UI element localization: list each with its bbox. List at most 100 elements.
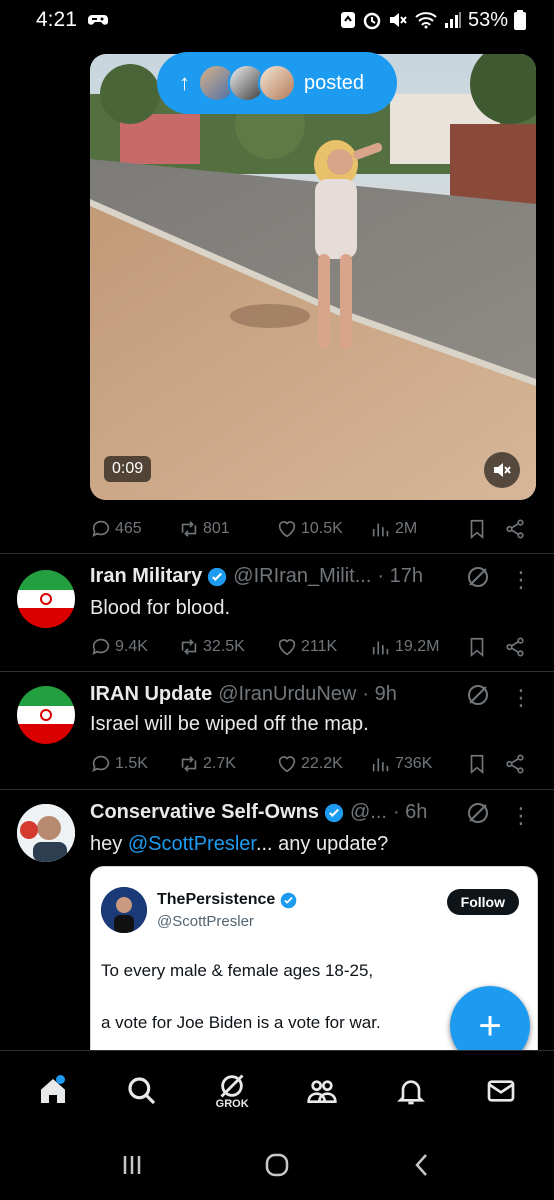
verified-badge-icon	[280, 892, 297, 908]
views-button[interactable]: 19.2M	[370, 636, 466, 658]
views-icon	[372, 641, 389, 655]
nav-home[interactable]	[23, 1061, 83, 1121]
grok-icon[interactable]	[466, 683, 490, 707]
video-duration: 0:09	[104, 456, 152, 482]
nav-notifications[interactable]	[381, 1061, 441, 1121]
timestamp: · 9h	[362, 683, 397, 705]
repost-button[interactable]: 32.5K	[178, 636, 276, 658]
tweet-actions: 9.4K 32.5K 211K 19.2M	[90, 632, 530, 662]
views-icon	[372, 758, 389, 772]
like-button[interactable]: 22.2K	[276, 753, 370, 775]
quoted-handle[interactable]: @ScottPresler	[157, 913, 254, 930]
reply-icon	[92, 755, 110, 772]
quoted-text-line: a vote for Joe Biden is a vote for war.	[101, 1013, 381, 1032]
search-icon	[128, 1076, 156, 1104]
timeline-feed[interactable]: 0:09 ↑ posted 465 801 10.5K 2M Iran Mili…	[0, 40, 554, 1050]
battery-icon	[514, 10, 526, 30]
notification-dot	[55, 1074, 65, 1084]
handle[interactable]: @...	[350, 801, 387, 824]
reply-button[interactable]: 465	[90, 518, 178, 540]
nav-messages[interactable]	[471, 1061, 531, 1121]
share-button[interactable]	[504, 753, 526, 775]
video-player[interactable]: 0:09	[90, 54, 536, 500]
avatar[interactable]	[17, 686, 75, 744]
grok-icon[interactable]	[466, 801, 490, 825]
avatar	[258, 64, 296, 102]
views-button[interactable]: 2M	[370, 518, 466, 540]
display-name[interactable]: Conservative Self-Owns	[90, 801, 319, 824]
avatar[interactable]	[17, 570, 75, 628]
avatar[interactable]	[101, 887, 147, 933]
timestamp: · 6h	[392, 801, 428, 823]
video-frame	[90, 54, 536, 500]
share-icon	[506, 637, 524, 657]
mute-icon	[389, 13, 407, 27]
back-icon[interactable]	[407, 1150, 437, 1180]
repost-button[interactable]: 801	[178, 518, 276, 540]
posted-avatars	[198, 64, 296, 102]
home-button-icon[interactable]	[262, 1150, 292, 1180]
video-post-actions: 465 801 10.5K 2M	[90, 514, 530, 544]
repost-icon	[181, 639, 197, 655]
grok-icon[interactable]	[466, 565, 490, 589]
bookmark-button[interactable]	[466, 636, 504, 658]
profile-photo	[101, 887, 147, 933]
gamepad-icon	[87, 15, 108, 25]
bookmark-icon	[470, 637, 484, 658]
bookmark-button[interactable]	[466, 518, 504, 540]
timestamp: · 17h	[377, 565, 423, 587]
bell-icon	[397, 1079, 426, 1104]
repost-button[interactable]: 2.7K	[178, 753, 276, 775]
bottom-nav: GROK	[0, 1050, 554, 1130]
grok-icon	[220, 1074, 244, 1097]
reply-icon	[92, 638, 110, 655]
iran-flag-icon	[17, 570, 75, 628]
nav-grok[interactable]: GROK	[202, 1061, 262, 1121]
display-name[interactable]: Iran Military	[90, 565, 202, 588]
volume-muted-icon	[494, 463, 511, 477]
tweet-header: Conservative Self-Owns @... · 6h	[90, 801, 484, 824]
more-options-icon[interactable]: ⋮	[510, 567, 532, 593]
mention-link[interactable]: @ScottPresler	[128, 833, 256, 855]
quoted-display-name: ThePersistence	[157, 891, 297, 909]
share-button[interactable]	[504, 636, 526, 658]
repost-icon	[181, 756, 197, 772]
mute-toggle[interactable]	[484, 452, 520, 488]
nav-search[interactable]	[112, 1061, 172, 1121]
sync-icon	[340, 12, 355, 28]
follow-button[interactable]: Follow	[446, 889, 519, 915]
reply-button[interactable]: 9.4K	[90, 636, 178, 658]
share-icon	[506, 519, 524, 539]
verified-badge-icon	[324, 803, 344, 822]
tweet-header: Iran Military @IRIran_Milit... · 17h	[90, 565, 484, 588]
bookmark-icon	[470, 754, 484, 775]
grok-label: GROK	[215, 1097, 249, 1110]
reply-icon	[92, 520, 110, 537]
status-time: 4:21	[36, 8, 77, 31]
nav-communities[interactable]	[292, 1061, 352, 1121]
status-bar: 4:21 53%	[0, 0, 554, 40]
bookmark-button[interactable]	[466, 753, 504, 775]
tweet-text: hey @ScottPresler... any update?	[90, 833, 389, 855]
posted-label: posted	[304, 71, 365, 94]
battery-percent: 53%	[467, 8, 508, 31]
bookmark-icon	[470, 519, 484, 540]
tweet-text: Israel will be wiped off the map.	[90, 713, 369, 735]
like-button[interactable]: 211K	[276, 636, 370, 658]
reply-button[interactable]: 1.5K	[90, 753, 178, 775]
more-options-icon[interactable]: ⋮	[510, 685, 532, 711]
recent-apps-icon[interactable]	[117, 1150, 147, 1180]
avatar[interactable]	[17, 804, 75, 862]
handle[interactable]: @IranUrduNew	[218, 683, 356, 706]
new-posts-pill[interactable]: ↑ posted	[157, 52, 397, 114]
tweet-text: Blood for blood.	[90, 597, 231, 619]
verified-badge-icon	[208, 567, 227, 586]
share-button[interactable]	[504, 518, 526, 540]
like-button[interactable]: 10.5K	[276, 518, 370, 540]
views-button[interactable]: 736K	[370, 753, 466, 775]
handle[interactable]: @IRIran_Milit...	[233, 565, 371, 588]
display-name[interactable]: IRAN Update	[90, 683, 212, 706]
repost-icon	[181, 521, 197, 537]
more-options-icon[interactable]: ⋮	[510, 803, 532, 829]
wifi-icon	[415, 12, 437, 29]
